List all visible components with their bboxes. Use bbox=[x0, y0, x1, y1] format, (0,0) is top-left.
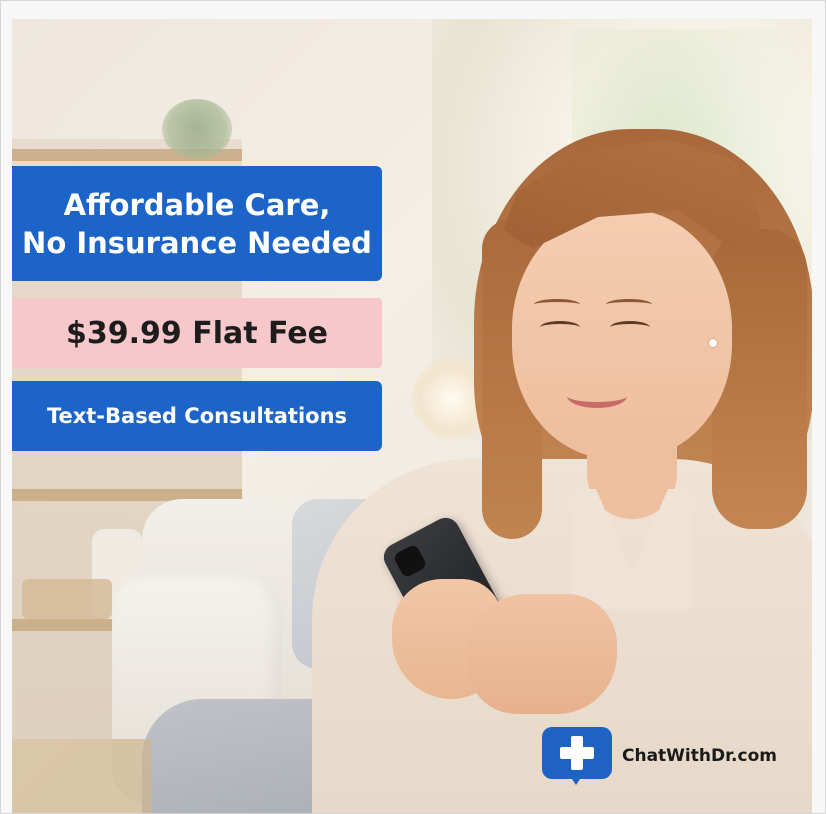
basket bbox=[22, 579, 112, 619]
eyebrow-left bbox=[534, 299, 580, 310]
plus-horizontal bbox=[560, 747, 594, 759]
ad-image[interactable]: Affordable Care, No Insurance Needed $39… bbox=[12, 19, 812, 813]
face bbox=[512, 209, 732, 459]
eye-left bbox=[540, 321, 580, 334]
eyebrow-right bbox=[606, 299, 652, 310]
headline-line-1: Affordable Care, bbox=[63, 187, 331, 222]
phone-camera bbox=[392, 543, 428, 579]
floor bbox=[12, 739, 152, 813]
earring bbox=[709, 339, 717, 347]
price-text: $39.99 Flat Fee bbox=[66, 315, 328, 351]
brand-domain: ChatWithDr.com bbox=[622, 746, 777, 766]
chat-plus-icon bbox=[542, 727, 612, 785]
brand-logo: ChatWithDr.com bbox=[542, 727, 777, 785]
smile bbox=[567, 384, 627, 408]
chat-bubble-tail bbox=[568, 773, 584, 785]
post-frame: Affordable Care, No Insurance Needed $39… bbox=[0, 0, 826, 814]
hand-right bbox=[467, 594, 617, 714]
feature-banner: Text-Based Consultations bbox=[12, 381, 382, 451]
headline-banner: Affordable Care, No Insurance Needed bbox=[12, 166, 382, 281]
price-banner: $39.99 Flat Fee bbox=[12, 298, 382, 368]
feature-text: Text-Based Consultations bbox=[46, 404, 348, 428]
plant bbox=[162, 99, 232, 159]
headline-line-2: No Insurance Needed bbox=[22, 225, 372, 260]
eye-right bbox=[610, 321, 650, 334]
